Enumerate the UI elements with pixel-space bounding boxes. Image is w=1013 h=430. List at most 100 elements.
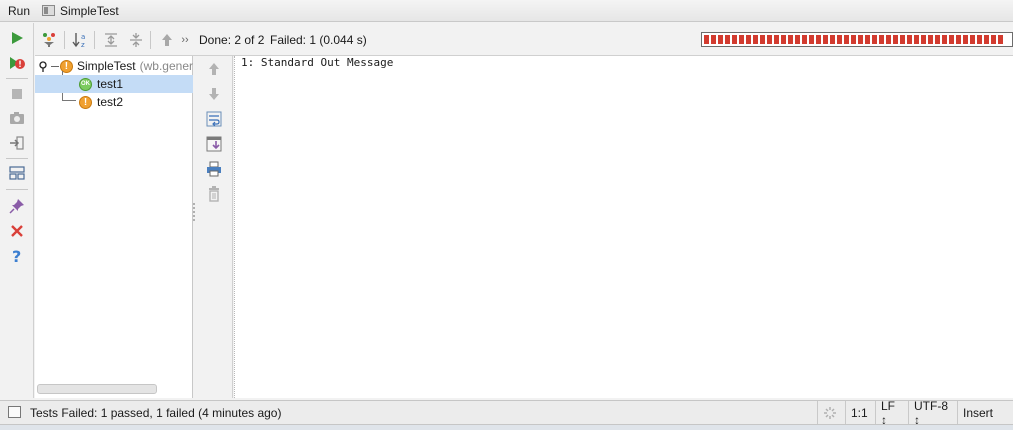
progress-segment — [851, 35, 856, 44]
progress-segment — [956, 35, 961, 44]
progress-segment — [935, 35, 940, 44]
ok-icon: OK — [79, 77, 92, 91]
progress-segment — [732, 35, 737, 44]
progress-segment — [795, 35, 800, 44]
tree-root-label: SimpleTest — [76, 59, 136, 73]
progress-segment — [844, 35, 849, 44]
warning-icon: ! — [79, 95, 92, 109]
console-output[interactable]: 1: Standard Out Message — [234, 56, 1013, 398]
progress-segment — [711, 35, 716, 44]
collapse-all-icon[interactable] — [126, 30, 146, 50]
progress-segment — [928, 35, 933, 44]
tree-row-test2[interactable]: ! test2 — [35, 93, 193, 111]
previous-failed-icon[interactable] — [157, 30, 177, 50]
progress-segment — [816, 35, 821, 44]
progress-segment — [977, 35, 982, 44]
stop-icon[interactable] — [7, 84, 27, 104]
progress-segment — [718, 35, 723, 44]
console-toolbar — [193, 56, 233, 398]
sort-alpha-icon[interactable]: az — [70, 30, 90, 50]
progress-segment — [760, 35, 765, 44]
tree-toolbar: az ›› — [35, 23, 193, 56]
progress-segment — [823, 35, 828, 44]
svg-text:z: z — [81, 41, 85, 48]
progress-segment — [704, 35, 709, 44]
pin-icon[interactable] — [7, 196, 27, 216]
progress-segment — [872, 35, 877, 44]
progress-segment — [914, 35, 919, 44]
progress-segment — [942, 35, 947, 44]
run-titlebar: Run SimpleTest — [0, 0, 1013, 22]
statusbar: Tests Failed: 1 passed, 1 failed (4 minu… — [0, 398, 1013, 427]
svg-text:a: a — [81, 33, 85, 41]
progress-segment — [879, 35, 884, 44]
run-config-icon — [42, 5, 56, 16]
progress-segment — [767, 35, 772, 44]
up-arrow-icon[interactable] — [204, 59, 224, 79]
svg-text:?: ? — [12, 248, 21, 264]
more-icon[interactable]: ›› — [175, 30, 195, 50]
tree-row-root[interactable]: ! SimpleTest (wb.gener — [35, 57, 193, 75]
tree-root-suffix: (wb.gener — [139, 59, 193, 73]
tree-item-label: test2 — [97, 95, 124, 109]
progress-segment — [802, 35, 807, 44]
progress-segment — [753, 35, 758, 44]
progress-segment — [984, 35, 989, 44]
tab-label: SimpleTest — [60, 3, 119, 18]
encoding-label: UTF-8 ↕ — [914, 398, 948, 427]
print-icon[interactable] — [204, 159, 224, 179]
progress-segment — [739, 35, 744, 44]
progress-segment — [907, 35, 912, 44]
progress-segment — [725, 35, 730, 44]
progress-segment — [970, 35, 975, 44]
close-icon[interactable] — [7, 221, 27, 241]
progress-segment — [900, 35, 905, 44]
tree-toggle-icon[interactable] — [39, 60, 50, 72]
test-tree-panel: az ›› ! SimpleTest (wb.gener OK test1 ! … — [35, 23, 193, 398]
line-separator-label: LF ↕ — [881, 398, 896, 427]
console-line: 1: Standard Out Message — [241, 56, 394, 69]
tab-simpletest[interactable]: SimpleTest — [38, 0, 123, 22]
scroll-to-end-icon[interactable] — [204, 134, 224, 154]
tree-item-label: test1 — [97, 77, 124, 91]
tree-row-test1[interactable]: OK test1 — [35, 75, 193, 93]
splitter-handle[interactable] — [193, 203, 197, 221]
progress-segment — [746, 35, 751, 44]
window-bottom-edge — [0, 424, 1013, 430]
screenshot-icon[interactable] — [7, 108, 27, 128]
progress-segment — [858, 35, 863, 44]
test-status-toolbar: Done: 2 of 2 Failed: 1 (0.044 s) — [193, 23, 1013, 56]
done-count: Done: 2 of 2 — [199, 33, 265, 47]
caret-position-label: 1:1 — [851, 405, 868, 420]
rerun-failed-icon[interactable] — [7, 53, 27, 73]
background-tasks-icon[interactable] — [817, 401, 845, 424]
run-icon[interactable] — [7, 28, 27, 48]
progress-segment — [963, 35, 968, 44]
insert-mode-label: Insert — [963, 405, 994, 420]
tree-horizontal-scrollbar[interactable] — [37, 384, 157, 394]
export-icon[interactable] — [7, 133, 27, 153]
progress-segment — [830, 35, 835, 44]
soft-wrap-icon[interactable] — [204, 109, 224, 129]
clear-icon[interactable] — [204, 184, 224, 204]
encoding-selector[interactable]: UTF-8 ↕ — [908, 398, 957, 427]
progress-segment — [837, 35, 842, 44]
down-arrow-icon[interactable] — [204, 84, 224, 104]
progress-segment — [774, 35, 779, 44]
expand-all-icon[interactable] — [101, 30, 121, 50]
layout-icon[interactable] — [7, 163, 27, 183]
left-toolbar: ? — [0, 23, 34, 398]
filter-icon[interactable] — [39, 30, 59, 50]
progress-segment — [886, 35, 891, 44]
progress-segment — [865, 35, 870, 44]
status-message: Tests Failed: 1 passed, 1 failed (4 minu… — [30, 406, 282, 420]
progress-segment — [788, 35, 793, 44]
caret-position[interactable]: 1:1 — [845, 401, 875, 424]
help-icon[interactable]: ? — [7, 246, 27, 266]
toggle-tool-windows-icon[interactable] — [8, 406, 21, 418]
line-separator-selector[interactable]: LF ↕ — [875, 398, 908, 427]
failed-count: Failed: 1 (0.044 s) — [270, 33, 367, 47]
progress-segment — [991, 35, 996, 44]
progress-segment — [921, 35, 926, 44]
insert-mode-toggle[interactable]: Insert — [957, 401, 1013, 424]
